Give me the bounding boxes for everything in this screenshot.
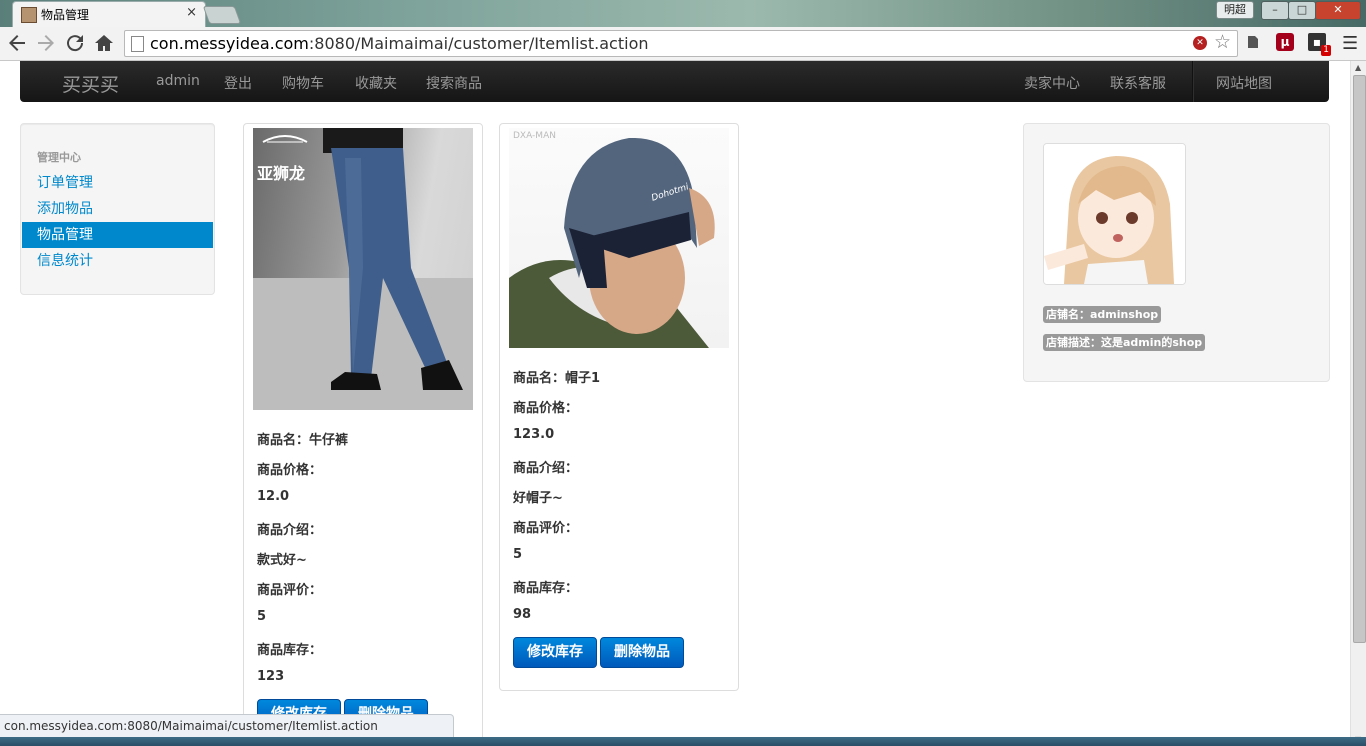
sidebar-item-orders[interactable]: 订单管理 <box>22 170 213 196</box>
product-desc-label: 商品介绍： <box>257 523 323 538</box>
sidebar-item-add-item[interactable]: 添加物品 <box>22 196 213 222</box>
adblock-stop-icon[interactable]: ✕ <box>1193 36 1207 50</box>
product-price-label: 商品价格： <box>257 463 323 478</box>
product-card: DXA-MAN Dohotmi 商品名：帽子1 商品价格： 123.0 商品介绍… <box>499 123 739 691</box>
product-desc: 款式好~ <box>257 553 307 568</box>
hamburger-menu-icon[interactable]: ☰ <box>1342 33 1358 54</box>
new-tab-button[interactable] <box>202 6 242 24</box>
notification-extension-icon[interactable]: ▪ 1 <box>1308 33 1331 56</box>
product-name: 商品名：帽子1 <box>513 371 601 386</box>
window-titlebar: 物品管理 × 明超 – □ ✕ <box>0 0 1366 28</box>
back-arrow-icon[interactable] <box>5 31 29 55</box>
scroll-up-arrow-icon[interactable]: ▲ <box>1355 63 1361 72</box>
product-price: 123.0 <box>513 427 555 442</box>
product-image-jeans[interactable]: 亚狮龙 <box>253 128 473 410</box>
product-rating-label: 商品评价： <box>513 521 579 536</box>
close-window-button[interactable]: ✕ <box>1315 1 1361 20</box>
scrollbar-thumb[interactable] <box>1353 75 1366 643</box>
reload-icon[interactable] <box>63 31 87 55</box>
evernote-extension-icon[interactable] <box>1244 33 1262 51</box>
product-stock: 123 <box>257 669 285 684</box>
product-stock: 98 <box>513 607 532 622</box>
management-sidebar: 管理中心 订单管理 添加物品 物品管理 信息统计 <box>20 123 215 295</box>
tab-close-icon[interactable]: × <box>186 5 197 20</box>
minimize-button[interactable]: – <box>1261 1 1289 20</box>
nav-link-favorites[interactable]: 收藏夹 <box>355 73 397 93</box>
product-desc-label: 商品介绍： <box>513 461 579 476</box>
page-viewport: 买买买 admin 登出 购物车 收藏夹 搜索商品 卖家中心 联系客服 网站地图… <box>0 61 1350 746</box>
shop-info-panel: 店铺名：adminshop 店铺描述：这是admin的shop <box>1023 123 1330 382</box>
url-text[interactable]: con.messyidea.com:8080/Maimaimai/custome… <box>150 34 649 53</box>
nav-link-cart[interactable]: 购物车 <box>282 73 324 93</box>
product-rating: 5 <box>257 609 267 624</box>
shop-name-label: 店铺名：adminshop <box>1043 306 1162 323</box>
tab-title: 物品管理 <box>41 8 90 22</box>
delete-item-button[interactable]: 删除物品 <box>600 637 684 668</box>
address-bar[interactable]: con.messyidea.com:8080/Maimaimai/custome… <box>124 30 1238 57</box>
edit-stock-button[interactable]: 修改库存 <box>513 637 597 668</box>
product-price-label: 商品价格： <box>513 401 579 416</box>
nav-link-admin[interactable]: admin <box>156 73 200 89</box>
favicon-icon <box>21 7 37 23</box>
maximize-button[interactable]: □ <box>1288 1 1316 20</box>
page-scrollbar[interactable]: ▲ ▼ <box>1350 61 1366 746</box>
forward-arrow-icon[interactable] <box>34 31 58 55</box>
product-desc: 好帽子~ <box>513 491 563 506</box>
nav-link-seller-center[interactable]: 卖家中心 <box>1024 73 1080 93</box>
status-url: con.messyidea.com:8080/Maimaimai/custome… <box>4 719 378 733</box>
profile-badge[interactable]: 明超 <box>1216 1 1254 19</box>
shop-description-label: 店铺描述：这是admin的shop <box>1043 334 1206 351</box>
sidebar-header: 管理中心 <box>37 151 81 164</box>
bookmark-star-icon[interactable]: ☆ <box>1214 31 1231 53</box>
product-rating: 5 <box>513 547 523 562</box>
sidebar-item-item-management[interactable]: 物品管理 <box>22 222 213 248</box>
os-taskbar <box>0 737 1366 746</box>
ublock-extension-icon[interactable]: μ <box>1276 33 1294 51</box>
shop-avatar <box>1043 143 1186 285</box>
product-stock-label: 商品库存： <box>257 643 323 658</box>
image-brand-text: 亚狮龙 <box>257 164 306 183</box>
product-name: 商品名：牛仔裤 <box>257 433 349 448</box>
home-icon[interactable] <box>92 31 116 55</box>
browser-tab[interactable]: 物品管理 × <box>12 1 206 28</box>
nav-divider <box>1192 61 1194 102</box>
product-stock-label: 商品库存： <box>513 581 579 596</box>
product-rating-label: 商品评价： <box>257 583 323 598</box>
image-brand-text: DXA-MAN <box>513 131 556 141</box>
page-icon <box>131 36 144 52</box>
product-price: 12.0 <box>257 489 290 504</box>
nav-link-logout[interactable]: 登出 <box>224 73 252 93</box>
nav-link-sitemap[interactable]: 网站地图 <box>1216 73 1272 93</box>
nav-link-search[interactable]: 搜索商品 <box>426 73 482 93</box>
product-card: 亚狮龙 商品名：牛仔裤 商品价格： 12.0 商品介绍： 款式好~ 商品评价： … <box>243 123 483 746</box>
nav-link-support[interactable]: 联系客服 <box>1110 73 1166 93</box>
product-image-hat[interactable]: DXA-MAN Dohotmi <box>509 128 729 348</box>
site-navbar: 买买买 admin 登出 购物车 收藏夹 搜索商品 卖家中心 联系客服 网站地图 <box>20 61 1329 102</box>
browser-toolbar: con.messyidea.com:8080/Maimaimai/custome… <box>0 27 1366 61</box>
site-brand[interactable]: 买买买 <box>62 70 119 97</box>
sidebar-item-statistics[interactable]: 信息统计 <box>22 248 213 274</box>
link-status-bar: con.messyidea.com:8080/Maimaimai/custome… <box>0 714 454 738</box>
